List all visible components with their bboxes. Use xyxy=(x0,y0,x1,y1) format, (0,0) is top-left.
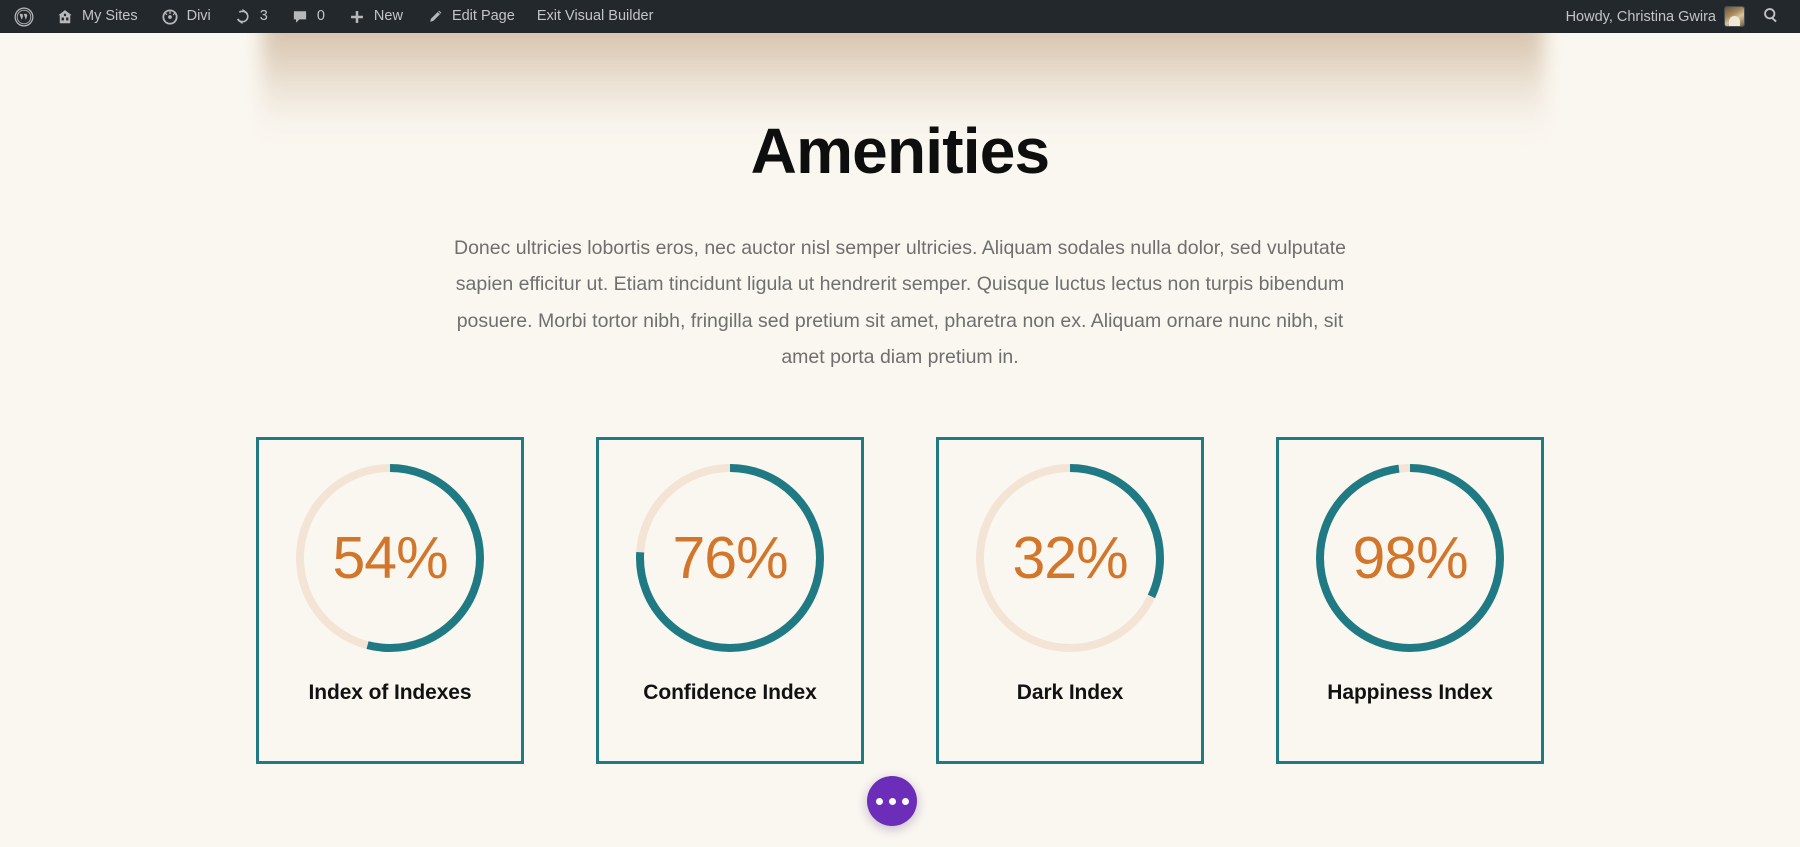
counter-title: Happiness Index xyxy=(1327,680,1493,704)
comment-icon xyxy=(290,7,310,27)
wp-logo-menu[interactable] xyxy=(0,0,44,33)
admin-bar-label-exit-visual-builder: Exit Visual Builder xyxy=(536,8,654,25)
counter-percent: 32% xyxy=(1012,524,1128,591)
admin-bar-label-updates-count: 3 xyxy=(259,8,268,25)
circle-counter: 76% xyxy=(632,460,828,656)
admin-bar-item-exit-visual-builder[interactable]: Exit Visual Builder xyxy=(526,0,665,33)
counter-percent: 98% xyxy=(1352,524,1468,591)
admin-bar-right-group: Howdy, Christina Gwira xyxy=(1556,0,1800,33)
admin-bar-left-group: My Sites Divi 3 0 New Edit Page Exit Vis… xyxy=(0,0,664,33)
ellipsis-icon-dot xyxy=(901,797,909,805)
circle-counter: 32% xyxy=(972,460,1168,656)
counter-percent: 54% xyxy=(332,524,448,591)
counter-title: Index of Indexes xyxy=(308,680,472,704)
counter-card[interactable]: 98% Happiness Index xyxy=(1276,436,1544,764)
amenities-section: Amenities Donec ultricies lobortis eros,… xyxy=(0,33,1800,764)
counter-card[interactable]: 54% Index of Indexes xyxy=(256,436,524,764)
counter-title: Dark Index xyxy=(1016,680,1124,704)
counter-percent: 76% xyxy=(672,524,788,591)
admin-bar-item-new[interactable]: New xyxy=(336,0,414,33)
pencil-icon xyxy=(425,7,445,27)
admin-bar-item-edit-page[interactable]: Edit Page xyxy=(414,0,526,33)
page-title: Amenities xyxy=(750,115,1050,187)
wp-admin-bar: My Sites Divi 3 0 New Edit Page Exit Vis… xyxy=(0,0,1800,33)
counter-card[interactable]: 76% Confidence Index xyxy=(596,436,864,764)
counter-cards-row: 54% Index of Indexes 76% Confidence Inde… xyxy=(0,436,1800,764)
avatar xyxy=(1725,7,1744,26)
admin-bar-label-new: New xyxy=(373,8,403,25)
section-description: Donec ultricies lobortis eros, nec aucto… xyxy=(453,237,1347,368)
admin-bar-item-updates[interactable]: 3 xyxy=(222,0,279,33)
howdy-label: Howdy, Christina Gwira xyxy=(1565,8,1716,25)
sites-icon xyxy=(55,7,75,27)
page-canvas: Amenities Donec ultricies lobortis eros,… xyxy=(0,33,1800,847)
admin-bar-item-divi[interactable]: Divi xyxy=(149,0,222,33)
wordpress-logo-icon xyxy=(14,7,34,27)
counter-card[interactable]: 32% Dark Index xyxy=(936,436,1204,764)
admin-bar-search-button[interactable] xyxy=(1754,0,1788,33)
admin-bar-label-edit-page: Edit Page xyxy=(451,8,515,25)
account-menu[interactable]: Howdy, Christina Gwira xyxy=(1556,0,1754,33)
ellipsis-icon-dot xyxy=(888,797,896,805)
ellipsis-icon-dot xyxy=(875,797,883,805)
plus-icon xyxy=(347,7,367,27)
admin-bar-item-comments[interactable]: 0 xyxy=(279,0,336,33)
circle-counter: 98% xyxy=(1312,460,1508,656)
divi-icon xyxy=(160,7,180,27)
search-icon xyxy=(1762,6,1780,28)
admin-bar-label-comments-count: 0 xyxy=(316,8,325,25)
admin-bar-item-my-sites[interactable]: My Sites xyxy=(44,0,149,33)
admin-bar-label-my-sites: My Sites xyxy=(82,8,138,25)
counter-title: Confidence Index xyxy=(643,680,817,704)
circle-counter: 54% xyxy=(292,460,488,656)
admin-bar-label-divi: Divi xyxy=(186,8,211,25)
updates-icon xyxy=(233,7,253,27)
divi-builder-menu-button[interactable] xyxy=(867,776,917,826)
